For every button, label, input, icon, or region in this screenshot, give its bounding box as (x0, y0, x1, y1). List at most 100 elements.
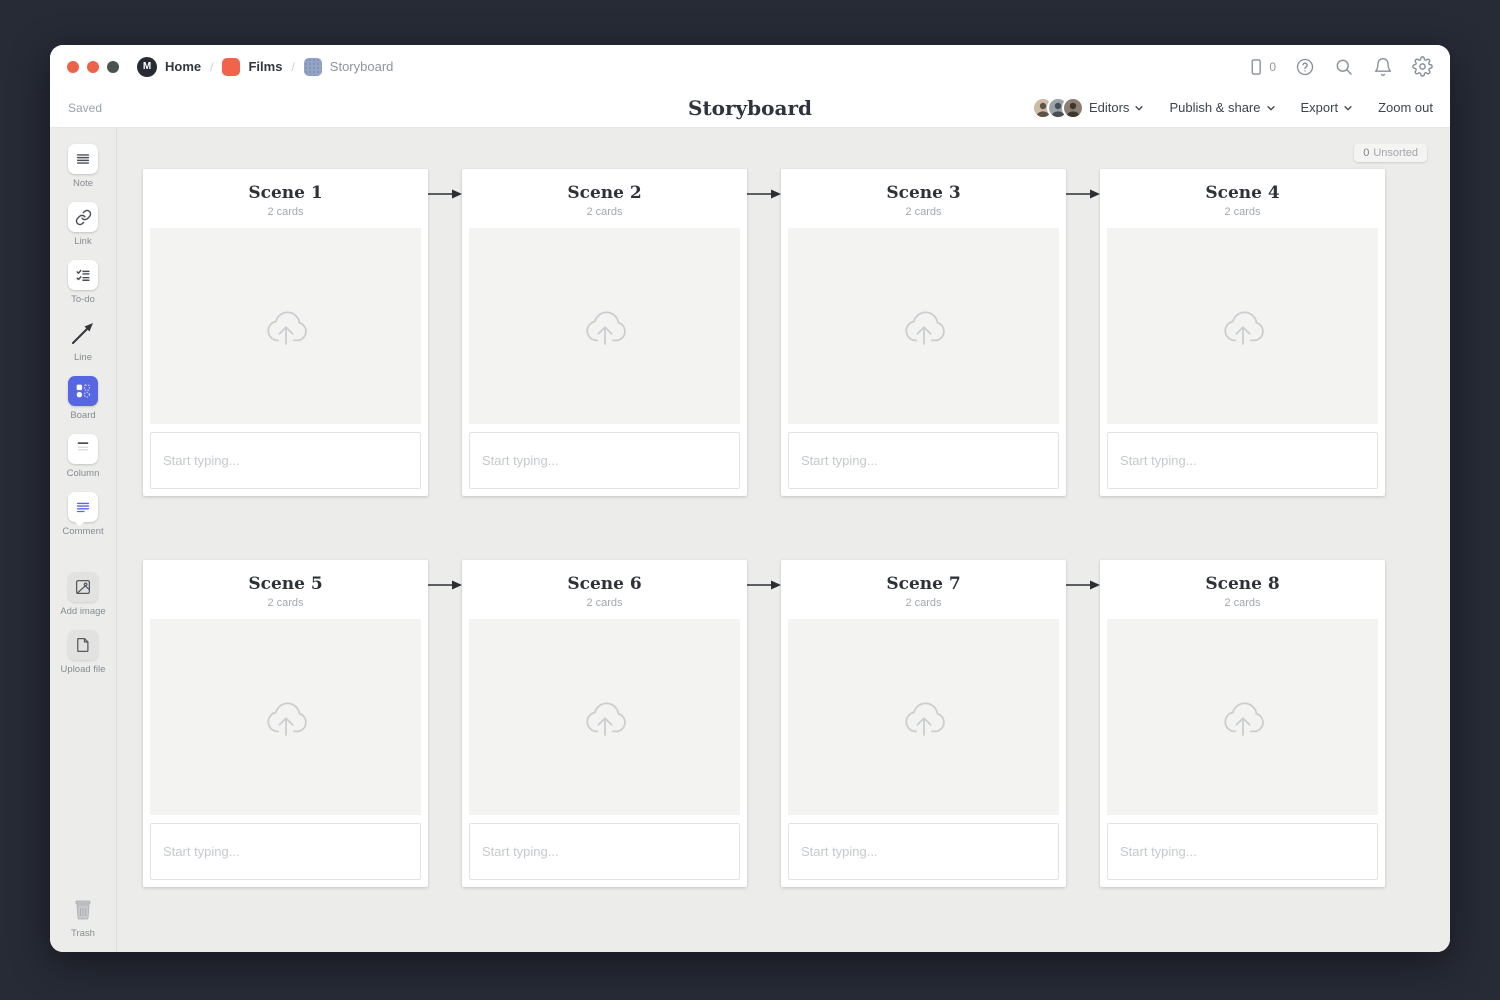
line-arrow-icon (70, 320, 96, 346)
scene-text-input[interactable] (1120, 844, 1365, 859)
cloud-upload-icon (257, 693, 315, 741)
sidebar-item-trash[interactable]: Trash (68, 894, 98, 939)
sidebar-item-board[interactable]: Board (68, 376, 98, 421)
scene-card-4[interactable]: Scene 4 2 cards (1100, 169, 1385, 496)
editors-menu[interactable]: Editors (1032, 97, 1144, 119)
scene-card-6[interactable]: Scene 6 2 cards (462, 560, 747, 887)
scene-text-input[interactable] (163, 844, 408, 859)
scene-note-input-wrap (788, 823, 1059, 880)
note-icon (74, 150, 92, 168)
zoom-out-button[interactable]: Zoom out (1378, 100, 1433, 115)
image-upload-dropzone[interactable] (1107, 228, 1378, 424)
breadcrumb-separator: / (291, 60, 294, 74)
scene-text-input[interactable] (1120, 453, 1365, 468)
breadcrumb-films[interactable]: Films (222, 58, 282, 76)
scene-card-count: 2 cards (150, 206, 421, 218)
export-menu[interactable]: Export (1301, 100, 1354, 115)
scene-title: Scene 5 (150, 573, 421, 595)
image-upload-dropzone[interactable] (788, 619, 1059, 815)
scene-card-5[interactable]: Scene 5 2 cards (143, 560, 428, 887)
board-icon (73, 381, 93, 401)
scene-note-input-wrap (469, 432, 740, 489)
sidebar-item-note[interactable]: Note (68, 144, 98, 189)
scene-title: Scene 8 (1107, 573, 1378, 595)
titlebar: M Home / Films / Storyboard 0 (50, 45, 1450, 88)
scene-title: Scene 3 (788, 182, 1059, 204)
cloud-upload-icon (576, 693, 634, 741)
scene-text-input[interactable] (163, 453, 408, 468)
scene-note-input-wrap (469, 823, 740, 880)
sidebar-item-link[interactable]: Link (68, 202, 98, 247)
window-close-button[interactable] (67, 61, 79, 73)
image-upload-dropzone[interactable] (150, 228, 421, 424)
scene-card-3[interactable]: Scene 3 2 cards (781, 169, 1066, 496)
unsorted-count: 0 (1363, 147, 1369, 159)
sidebar-item-add-image[interactable]: Add image (60, 572, 105, 617)
connector-arrow[interactable] (747, 169, 781, 200)
cloud-upload-icon (895, 302, 953, 350)
image-upload-dropzone[interactable] (788, 228, 1059, 424)
bell-icon (1373, 57, 1393, 77)
window-zoom-button[interactable] (107, 61, 119, 73)
trash-icon (70, 896, 96, 922)
connector-arrow[interactable] (1066, 560, 1100, 591)
image-upload-dropzone[interactable] (150, 619, 421, 815)
connector-arrow[interactable] (1066, 169, 1100, 200)
editors-label: Editors (1089, 100, 1129, 115)
device-count: 0 (1269, 60, 1276, 74)
scene-title: Scene 6 (469, 573, 740, 595)
unsorted-label: Unsorted (1373, 147, 1418, 159)
publish-share-menu[interactable]: Publish & share (1169, 100, 1275, 115)
scene-card-count: 2 cards (1107, 597, 1378, 609)
breadcrumb-storyboard[interactable]: Storyboard (304, 58, 394, 76)
column-icon (74, 439, 92, 459)
link-icon (75, 209, 92, 226)
window-controls (67, 61, 119, 73)
connector-arrow[interactable] (428, 560, 462, 591)
scene-card-8[interactable]: Scene 8 2 cards (1100, 560, 1385, 887)
settings-button[interactable] (1412, 56, 1433, 77)
cloud-upload-icon (257, 302, 315, 350)
connector-arrow[interactable] (428, 169, 462, 200)
window-minimize-button[interactable] (87, 61, 99, 73)
scene-text-input[interactable] (801, 844, 1046, 859)
image-upload-dropzone[interactable] (469, 228, 740, 424)
breadcrumb-home[interactable]: M Home (137, 57, 201, 77)
milanote-logo-icon: M (137, 57, 157, 77)
board-canvas[interactable]: 0 Unsorted Scene 1 2 cards (117, 128, 1450, 952)
scene-card-7[interactable]: Scene 7 2 cards (781, 560, 1066, 887)
scene-card-1[interactable]: Scene 1 2 cards (143, 169, 428, 496)
sidebar-item-column[interactable]: Column (67, 434, 100, 479)
scene-card-count: 2 cards (788, 206, 1059, 218)
help-icon (1295, 57, 1315, 77)
header: Saved Storyboard Editors Publish & share… (50, 88, 1450, 128)
connector-arrow[interactable] (747, 560, 781, 591)
scene-note-input-wrap (150, 432, 421, 489)
sidebar-item-upload-file[interactable]: Upload file (61, 630, 106, 675)
device-preview-button[interactable]: 0 (1246, 57, 1276, 77)
app-window: M Home / Films / Storyboard 0 (50, 45, 1450, 952)
todo-icon (74, 266, 92, 284)
image-upload-dropzone[interactable] (1107, 619, 1378, 815)
sidebar-item-comment[interactable]: Comment (62, 492, 103, 537)
scene-note-input-wrap (788, 432, 1059, 489)
cloud-upload-icon (895, 693, 953, 741)
scene-note-input-wrap (150, 823, 421, 880)
scene-text-input[interactable] (482, 844, 727, 859)
titlebar-actions: 0 (1246, 56, 1433, 77)
publish-share-label: Publish & share (1169, 100, 1260, 115)
scene-note-input-wrap (1107, 432, 1378, 489)
image-upload-dropzone[interactable] (469, 619, 740, 815)
scene-text-input[interactable] (482, 453, 727, 468)
sidebar-item-line[interactable]: Line (68, 318, 98, 363)
scene-row-2: Scene 5 2 cards Scene 6 2 (143, 560, 1450, 887)
scene-card-2[interactable]: Scene 2 2 cards (462, 169, 747, 496)
unsorted-tray-badge[interactable]: 0 Unsorted (1354, 144, 1427, 162)
scene-card-count: 2 cards (150, 597, 421, 609)
help-button[interactable] (1295, 57, 1315, 77)
sidebar-item-todo[interactable]: To-do (68, 260, 98, 305)
chevron-down-icon (1266, 103, 1276, 113)
notifications-button[interactable] (1373, 57, 1393, 77)
scene-text-input[interactable] (801, 453, 1046, 468)
search-button[interactable] (1334, 57, 1354, 77)
